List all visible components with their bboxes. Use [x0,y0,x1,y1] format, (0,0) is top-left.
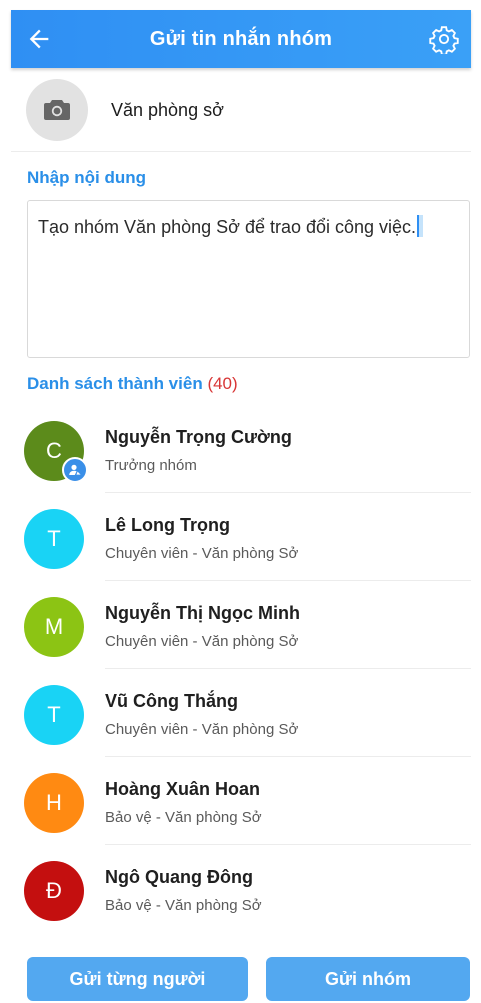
members-label: Danh sách thành viên (40) [27,374,238,394]
avatar-initial: T [47,526,61,551]
avatar-initial: H [46,790,62,815]
members-count: (40) [207,374,238,393]
message-content-input[interactable]: Tạo nhóm Văn phòng Sở để trao đổi công v… [27,200,470,358]
list-item[interactable]: M Nguyễn Thị Ngọc Minh Chuyên viên - Văn… [24,581,471,669]
member-list: C Nguyễn Trọng Cường Trưởng nhóm T Lê Lo… [11,405,471,933]
group-name-field[interactable]: Văn phòng sở [111,100,224,121]
member-role: Chuyên viên - Văn phòng Sở [105,545,299,562]
avatar: M [24,597,84,657]
list-item[interactable]: C Nguyễn Trọng Cường Trưởng nhóm [24,405,471,493]
top-app-bar: Gửi tin nhắn nhóm [11,10,471,68]
member-name: Ngô Quang Đông [105,867,253,887]
avatar: C [24,421,88,483]
avatar-initial: Đ [46,878,62,903]
avatar-initial: M [44,614,64,639]
send-individual-button[interactable]: Gửi từng người [27,957,248,1001]
avatar: Đ [24,861,84,921]
member-name: Nguyễn Thị Ngọc Minh [105,603,300,623]
avatar: T [24,685,84,745]
camera-icon [44,100,70,120]
member-role: Chuyên viên - Văn phòng Sở [105,721,299,738]
member-role: Bảo vệ - Văn phòng Sở [105,809,262,826]
gear-icon[interactable] [429,24,459,54]
avatar: H [24,773,84,833]
group-info-row: Văn phòng sở [11,70,471,152]
group-avatar-button[interactable] [26,79,88,141]
message-text: Tạo nhóm Văn phòng Sở để trao đổi công v… [38,217,417,237]
member-name: Lê Long Trọng [105,515,230,535]
member-name: Hoàng Xuân Hoan [105,779,261,799]
avatar: T [24,509,84,569]
member-role: Trưởng nhóm [105,457,197,474]
member-role: Chuyên viên - Văn phòng Sở [105,633,299,650]
arrow-left-icon[interactable] [25,25,53,53]
member-role: Bảo vệ - Văn phòng Sở [105,897,262,914]
list-item[interactable]: T Lê Long Trọng Chuyên viên - Văn phòng … [24,493,471,581]
text-cursor [417,215,424,237]
leader-badge-icon [62,457,88,483]
avatar-initial: T [47,702,61,727]
page-title: Gửi tin nhắn nhóm [149,27,333,50]
list-item[interactable]: T Vũ Công Thắng Chuyên viên - Văn phòng … [24,669,471,757]
send-group-button[interactable]: Gửi nhóm [266,957,470,1001]
avatar-initial: C [46,438,62,463]
member-name: Nguyễn Trọng Cường [105,427,292,447]
content-label: Nhập nội dung [27,168,146,187]
list-item[interactable]: H Hoàng Xuân Hoan Bảo vệ - Văn phòng Sở [24,757,471,845]
members-label-text: Danh sách thành viên [27,374,203,393]
member-name: Vũ Công Thắng [105,691,238,711]
list-item[interactable]: Đ Ngô Quang Đông Bảo vệ - Văn phòng Sở [24,845,471,933]
